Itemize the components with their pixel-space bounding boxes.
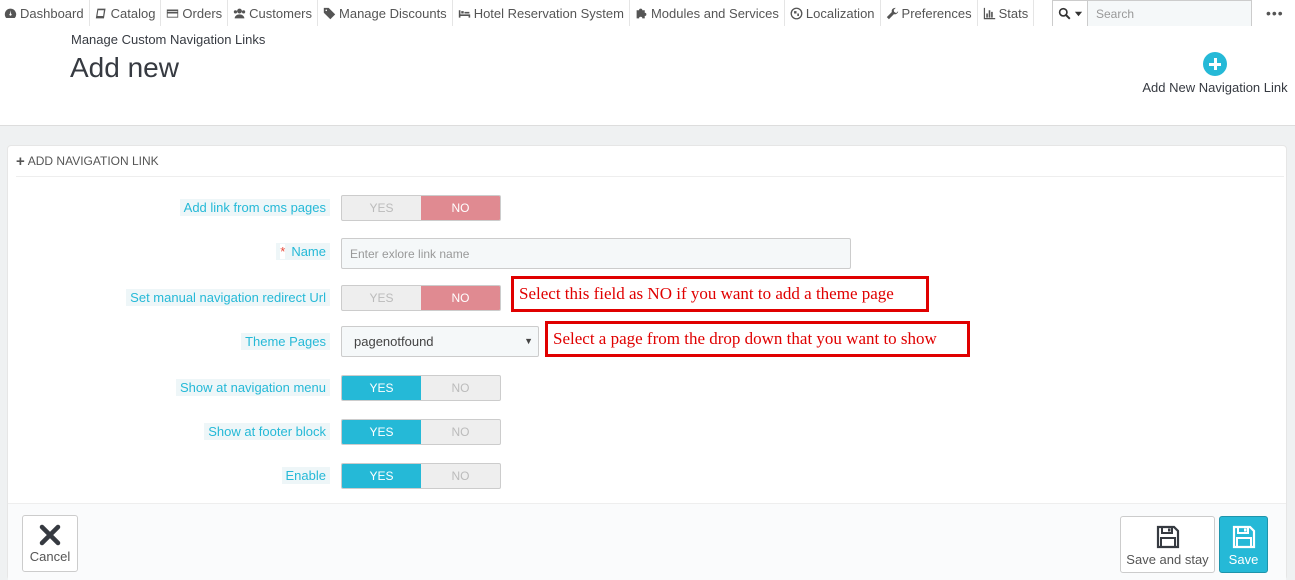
nav-preferences[interactable]: Preferences [881,0,978,26]
theme-pages-value: pagenotfound [354,334,434,349]
annotation-manual-url-note: Select this field as NO if you want to a… [511,276,929,312]
cancel-label: Cancel [29,549,71,564]
nav-preferences-label: Preferences [901,5,972,21]
panel-footer: Cancel Save and stay Save [8,503,1286,580]
form-row-name: * Name [8,238,1288,269]
nav-modules-label: Modules and Services [650,5,779,21]
save-and-stay-button[interactable]: Save and stay [1120,516,1215,573]
nav-customers[interactable]: Customers [228,0,319,26]
show-footer-no[interactable]: NO [421,420,500,444]
more-menu-button[interactable]: ••• [1266,5,1284,21]
cancel-button[interactable]: Cancel [22,515,78,572]
form-row-enable: Enable YES NO [8,463,1288,489]
manual-url-yes[interactable]: YES [342,286,421,310]
add-new-navigation-link-button[interactable]: Add New Navigation Link [1140,50,1290,95]
page-header: Manage Custom Navigation Links Add new A… [0,26,1295,126]
nav-hotel-reservation-label: Hotel Reservation System [473,5,624,21]
required-marker: * [280,244,286,259]
breadcrumb[interactable]: Manage Custom Navigation Links [71,32,265,47]
nav-dashboard[interactable]: Dashboard [0,0,90,26]
theme-pages-select[interactable]: pagenotfound ▼ [341,326,539,357]
nav-catalog-label: Catalog [110,5,156,21]
nav-hotel-reservation[interactable]: Hotel Reservation System [453,0,630,26]
nav-localization-label: Localization [805,5,875,21]
search-bar [1052,0,1252,27]
save-button[interactable]: Save [1219,516,1268,573]
caret-down-icon [1074,11,1082,17]
book-icon [95,8,106,18]
show-nav-switch[interactable]: YES NO [341,375,501,401]
form-row-show-footer: Show at footer block YES NO [8,419,1288,445]
search-icon [1058,7,1070,20]
plus-icon: + [16,152,25,170]
show-nav-yes[interactable]: YES [342,376,421,400]
annotation-theme-pages-note: Select a page from the drop down that yo… [545,321,970,357]
form-row-cms-pages: Add link from cms pages YES NO [8,195,1288,221]
close-icon [39,524,61,546]
floppy-disk-icon [1232,525,1255,549]
form-panel: + Add navigation link Add link from cms … [7,145,1287,580]
users-icon [233,8,246,18]
wrench-icon [886,7,898,19]
page-title: Add new [70,52,179,83]
nav-localization[interactable]: Localization [785,0,881,26]
nav-orders[interactable]: Orders [161,0,229,26]
manual-url-label: Set manual navigation redirect Url [126,289,330,306]
nav-stats-label: Stats [998,5,1029,21]
show-footer-yes[interactable]: YES [342,420,421,444]
save-and-stay-label: Save and stay [1126,552,1209,567]
floppy-disk-icon [1156,525,1179,549]
nav-catalog[interactable]: Catalog [90,0,162,26]
plus-circle-icon [1203,52,1227,76]
show-footer-label: Show at footer block [204,423,330,440]
nav-customers-label: Customers [249,5,313,21]
cms-pages-label: Add link from cms pages [179,199,330,216]
nav-modules[interactable]: Modules and Services [630,0,785,26]
nav-manage-discounts-label: Manage Discounts [339,5,447,21]
nav-manage-discounts[interactable]: Manage Discounts [318,0,453,26]
panel-heading: + Add navigation link [16,146,1284,177]
show-footer-switch[interactable]: YES NO [341,419,501,445]
add-new-navigation-link-label: Add New Navigation Link [1142,80,1288,95]
panel-heading-label: Add navigation link [27,154,159,168]
tag-icon [323,7,336,19]
cms-pages-switch[interactable]: YES NO [341,195,501,221]
search-dropdown-button[interactable] [1052,0,1088,27]
enable-yes[interactable]: YES [342,464,421,488]
credit-card-icon [167,8,179,18]
nav-stats[interactable]: Stats [978,0,1035,26]
enable-label: Enable [281,467,330,484]
name-label: * Name [276,243,330,260]
search-input[interactable] [1088,0,1252,27]
dashboard-icon [4,8,17,18]
form-row-show-nav: Show at navigation menu YES NO [8,375,1288,401]
bar-chart-icon [983,7,995,19]
globe-icon [790,7,803,19]
select-caret-icon: ▼ [524,336,533,346]
enable-no[interactable]: NO [421,464,500,488]
nav-dashboard-label: Dashboard [20,5,84,21]
theme-pages-label: Theme Pages [241,333,330,350]
enable-switch[interactable]: YES NO [341,463,501,489]
name-input[interactable] [341,238,851,269]
show-nav-label: Show at navigation menu [176,379,330,396]
manual-url-switch[interactable]: YES NO [341,285,501,311]
save-label: Save [1228,552,1259,567]
cms-pages-yes[interactable]: YES [342,196,421,220]
cms-pages-no[interactable]: NO [421,196,500,220]
manual-url-no[interactable]: NO [421,286,500,310]
show-nav-no[interactable]: NO [421,376,500,400]
bed-icon [458,9,470,18]
nav-orders-label: Orders [182,5,223,21]
name-label-text: Name [291,244,326,259]
puzzle-icon [636,8,647,18]
